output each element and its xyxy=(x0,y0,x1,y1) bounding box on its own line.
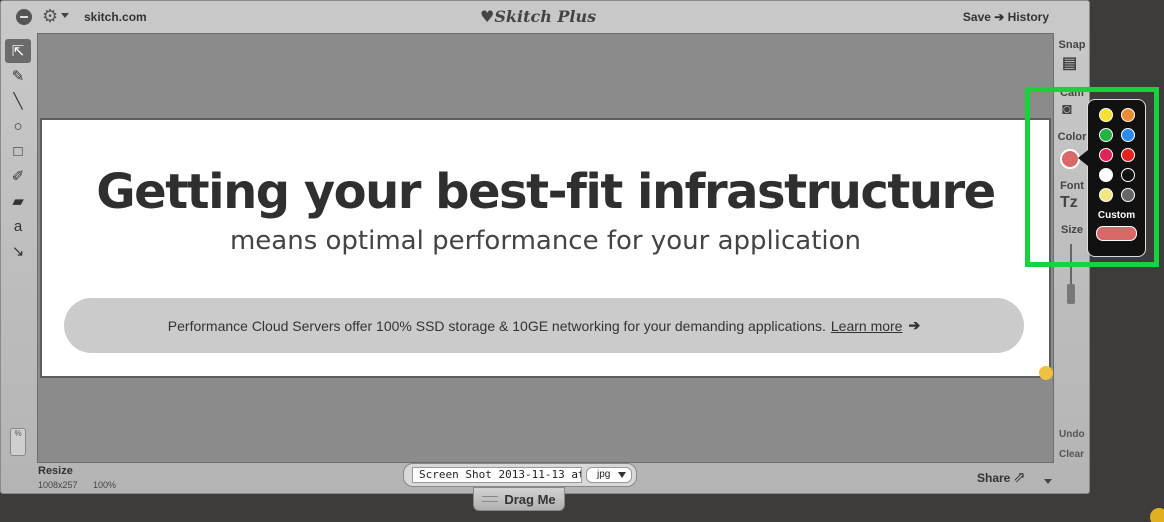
share-icon[interactable]: ⇗ xyxy=(1013,468,1026,486)
color-option[interactable] xyxy=(1099,188,1113,202)
line-tool-icon[interactable]: ╲ xyxy=(5,89,31,113)
resize-handle[interactable] xyxy=(1039,366,1053,380)
subheadline: means optimal performance for your appli… xyxy=(229,226,862,256)
clear-button[interactable]: Clear xyxy=(1059,449,1084,460)
resize-button[interactable]: Resize xyxy=(38,465,73,477)
canvas[interactable]: Getting your best-fit infrastructure mea… xyxy=(37,33,1054,463)
color-picker-popup: Custom xyxy=(1078,99,1146,257)
banner: Performance Cloud Servers offer 100% SSD… xyxy=(64,298,1024,353)
app-title: ♥Skitch Plus xyxy=(480,7,597,26)
ellipse-tool-icon[interactable]: ○ xyxy=(5,114,31,138)
site-link[interactable]: skitch.com xyxy=(84,10,147,24)
snap-icon[interactable]: ▤ xyxy=(1062,53,1077,73)
eraser-tool-icon[interactable]: ▰ xyxy=(5,189,31,213)
grip-icon xyxy=(482,496,499,502)
save-history-button[interactable]: Save ➔ History xyxy=(963,10,1049,24)
undo-button[interactable]: Undo xyxy=(1059,429,1085,440)
zoom-slider[interactable]: % xyxy=(10,428,26,456)
gear-icon[interactable]: ⚙ xyxy=(42,6,58,26)
select-move-tool-icon[interactable]: ⇱ xyxy=(5,39,31,63)
arrow-tool-icon[interactable]: ↘ xyxy=(5,239,31,263)
custom-label: Custom xyxy=(1097,210,1136,221)
zoom-level: 100% xyxy=(93,480,117,490)
color-option[interactable] xyxy=(1121,168,1135,182)
color-option[interactable] xyxy=(1121,188,1135,202)
chevron-down-icon[interactable] xyxy=(1044,479,1052,484)
chevron-down-icon[interactable] xyxy=(61,13,69,18)
color-option[interactable] xyxy=(1121,108,1135,122)
captured-screenshot[interactable]: Getting your best-fit infrastructure mea… xyxy=(40,118,1053,380)
color-option[interactable] xyxy=(1099,148,1113,162)
tool-palette: ⇱ ✎ ╲ ○ □ ✐ ▰ a ↘ xyxy=(5,39,31,264)
format-select[interactable]: jpg xyxy=(586,467,632,483)
share-button[interactable]: Share xyxy=(977,471,1010,485)
color-option[interactable] xyxy=(1099,168,1113,182)
headline: Getting your best-fit infrastructure xyxy=(96,164,996,220)
file-name-box: Screen Shot 2013-11-13 at 10 jpg xyxy=(403,463,637,487)
drag-me-handle[interactable]: Drag Me xyxy=(473,487,565,511)
text-tool-icon[interactable]: a xyxy=(5,214,31,238)
learn-more-link[interactable]: Learn more xyxy=(831,318,903,334)
highlighter-tool-icon[interactable]: ✐ xyxy=(5,164,31,188)
color-option[interactable] xyxy=(1121,128,1135,142)
snap-label[interactable]: Snap xyxy=(1052,39,1092,51)
rectangle-tool-icon[interactable]: □ xyxy=(5,139,31,163)
color-option[interactable] xyxy=(1099,108,1113,122)
banner-text: Performance Cloud Servers offer 100% SSD… xyxy=(167,317,826,334)
arrow-right-icon: ➔ xyxy=(908,317,921,333)
skitch-window: ⚙ skitch.com ♥Skitch Plus Save ➔ History… xyxy=(0,0,1090,494)
drag-me-label: Drag Me xyxy=(504,491,556,507)
image-dimensions: 1008x257 xyxy=(38,480,78,490)
pencil-tool-icon[interactable]: ✎ xyxy=(5,64,31,88)
custom-color-swatch[interactable] xyxy=(1096,226,1137,241)
color-option[interactable] xyxy=(1099,128,1113,142)
color-option[interactable] xyxy=(1121,148,1135,162)
close-icon[interactable] xyxy=(16,9,32,25)
title-bar: ⚙ skitch.com ♥Skitch Plus Save ➔ History xyxy=(1,1,1089,33)
filename-input[interactable]: Screen Shot 2013-11-13 at 10 xyxy=(412,467,582,483)
decorative-dot xyxy=(1150,508,1164,522)
